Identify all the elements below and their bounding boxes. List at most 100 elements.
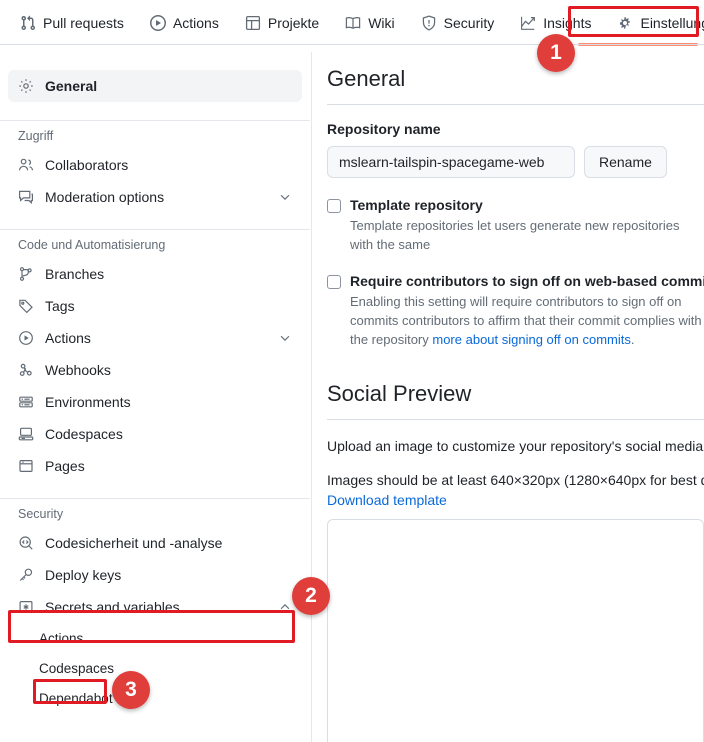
template-repository-option[interactable]: Template repository Template repositorie… <box>327 196 704 254</box>
nav-tab-label: Projekte <box>267 14 320 31</box>
repository-name-row: Rename <box>327 146 704 178</box>
sidebar-item-actions[interactable]: Actions <box>8 322 302 354</box>
play-circle-icon <box>149 14 166 31</box>
sidebar-item-secrets-and-variables[interactable]: Secrets and variables <box>8 591 302 623</box>
template-repository-checkbox[interactable] <box>327 199 341 213</box>
sidebar-item-label: General <box>45 78 98 94</box>
require-signoff-description-period: . <box>630 332 635 347</box>
require-signoff-title: Require contributors to sign off on web-… <box>350 273 704 289</box>
play-circle-icon <box>18 330 34 346</box>
sidebar-item-deploy-keys[interactable]: Deploy keys <box>8 559 302 591</box>
sidebar-group-code-automation: Code und Automatisierung <box>18 238 166 252</box>
nav-tab-label: Security <box>443 14 495 31</box>
sidebar-item-general[interactable]: General <box>8 70 302 102</box>
sidebar-item-label: Codesicherheit und -analyse <box>45 535 223 551</box>
sidebar-item-moderation-options[interactable]: Moderation options <box>8 181 302 213</box>
repository-name-input[interactable] <box>327 146 575 178</box>
asterisk-key-icon <box>18 599 34 615</box>
sidebar-separator <box>0 498 310 499</box>
people-icon <box>18 157 34 173</box>
comment-icon <box>18 189 34 205</box>
sidebar-item-label: Deploy keys <box>45 567 122 583</box>
branch-icon <box>18 266 34 282</box>
nav-tab-label: Einstellungen <box>640 14 704 31</box>
nav-tab-actions[interactable]: Actions <box>140 11 229 35</box>
title-rule <box>327 104 704 105</box>
social-preview-size-text: Images should be at least 640×320px (128… <box>327 472 704 488</box>
sidebar-item-label: Branches <box>45 266 105 282</box>
table-icon <box>245 15 261 31</box>
signoff-docs-link[interactable]: more about signing off on commits <box>432 332 630 347</box>
chevron-down-icon[interactable] <box>278 190 292 204</box>
sidebar-separator <box>0 229 310 230</box>
sidebar-item-webhooks[interactable]: Webhooks <box>8 354 302 386</box>
browser-icon <box>18 458 34 474</box>
annotation-badge-number: 2 <box>305 584 317 607</box>
require-signoff-checkbox[interactable] <box>327 275 341 289</box>
sidebar-item-pages[interactable]: Pages <box>8 450 302 482</box>
sidebar-item-label: Collaborators <box>45 157 129 173</box>
nav-tab-security[interactable]: Security <box>411 11 505 35</box>
tag-icon <box>18 298 34 314</box>
sidebar-item-tags[interactable]: Tags <box>8 290 302 322</box>
sidebar-item-label: Moderation options <box>45 189 165 205</box>
sidebar-separator <box>0 120 310 121</box>
sidebar-subitem-label: Codespaces <box>39 660 115 676</box>
sidebar-item-label: Webhooks <box>45 362 111 378</box>
template-repository-description: Template repositories let users generate… <box>350 218 680 252</box>
social-preview-dropzone[interactable] <box>327 519 704 742</box>
codespaces-icon <box>18 426 34 442</box>
require-signoff-option[interactable]: Require contributors to sign off on web-… <box>327 272 704 349</box>
nav-tab-label: Actions <box>172 14 219 31</box>
sidebar-item-code-security-analysis[interactable]: Codesicherheit und -analyse <box>8 527 302 559</box>
annotation-badge-number: 3 <box>125 678 137 701</box>
nav-tab-pull-requests[interactable]: Pull requests <box>10 11 134 35</box>
download-template-link[interactable]: Download template <box>327 492 447 508</box>
sidebar-item-environments[interactable]: Environments <box>8 386 302 418</box>
repository-top-navigation: Pull requests Actions Projekte Wiki Secu <box>0 0 704 45</box>
nav-tab-label: Insights <box>543 14 592 31</box>
sidebar-subitem-secrets-actions[interactable]: Actions <box>0 623 310 653</box>
sidebar-subitem-secrets-codespaces[interactable]: Codespaces <box>0 653 310 683</box>
annotation-badge-number: 1 <box>550 41 562 64</box>
shield-icon <box>421 14 437 31</box>
chevron-up-icon[interactable] <box>278 600 292 614</box>
sidebar-group-access: Zugriff <box>18 129 54 143</box>
chevron-down-icon[interactable] <box>278 331 292 345</box>
gear-icon <box>617 15 633 31</box>
sidebar-item-label: Secrets and variables <box>45 599 180 615</box>
sidebar-item-label: Codespaces <box>45 426 123 442</box>
page-title: General <box>327 66 406 91</box>
github-repository-settings-screen: Pull requests Actions Projekte Wiki Secu <box>0 0 704 742</box>
sidebar-item-label: Tags <box>45 298 75 314</box>
pull-request-icon <box>20 15 36 31</box>
annotation-badge-3: 3 <box>112 671 150 709</box>
nav-tab-settings[interactable]: Einstellungen <box>607 11 704 35</box>
sidebar-item-codespaces[interactable]: Codespaces <box>8 418 302 450</box>
webhook-icon <box>18 362 34 378</box>
key-icon <box>18 567 34 583</box>
sidebar-item-label: Pages <box>45 458 85 474</box>
sidebar-subitem-label: Dependabot <box>39 690 113 706</box>
sidebar-item-branches[interactable]: Branches <box>8 258 302 290</box>
settings-sidebar: General Zugriff Collaborators Moderation… <box>0 52 310 742</box>
sidebar-group-security: Security <box>18 507 64 521</box>
settings-main-content: General Repository name Rename Template … <box>327 62 704 742</box>
sidebar-subitem-label: Actions <box>39 630 84 646</box>
nav-tab-insights[interactable]: Insights <box>510 11 601 35</box>
nav-tab-label: Wiki <box>368 14 395 31</box>
nav-tab-projects[interactable]: Projekte <box>235 11 329 35</box>
template-repository-title: Template repository <box>350 197 483 213</box>
nav-tab-wiki[interactable]: Wiki <box>335 11 404 35</box>
sidebar-item-label: Actions <box>45 330 91 346</box>
nav-divider <box>0 44 704 45</box>
require-signoff-description: Enabling this setting will require contr… <box>350 292 704 349</box>
gear-icon <box>18 78 34 94</box>
sidebar-item-collaborators[interactable]: Collaborators <box>8 149 302 181</box>
sidebar-item-label: Environments <box>45 394 131 410</box>
social-preview-title: Social Preview <box>327 381 472 406</box>
server-icon <box>18 394 34 410</box>
sidebar-subitem-secrets-dependabot[interactable]: Dependabot <box>0 683 310 713</box>
social-preview-upload-text: Upload an image to customize your reposi… <box>327 438 704 454</box>
rename-button[interactable]: Rename <box>584 146 667 178</box>
